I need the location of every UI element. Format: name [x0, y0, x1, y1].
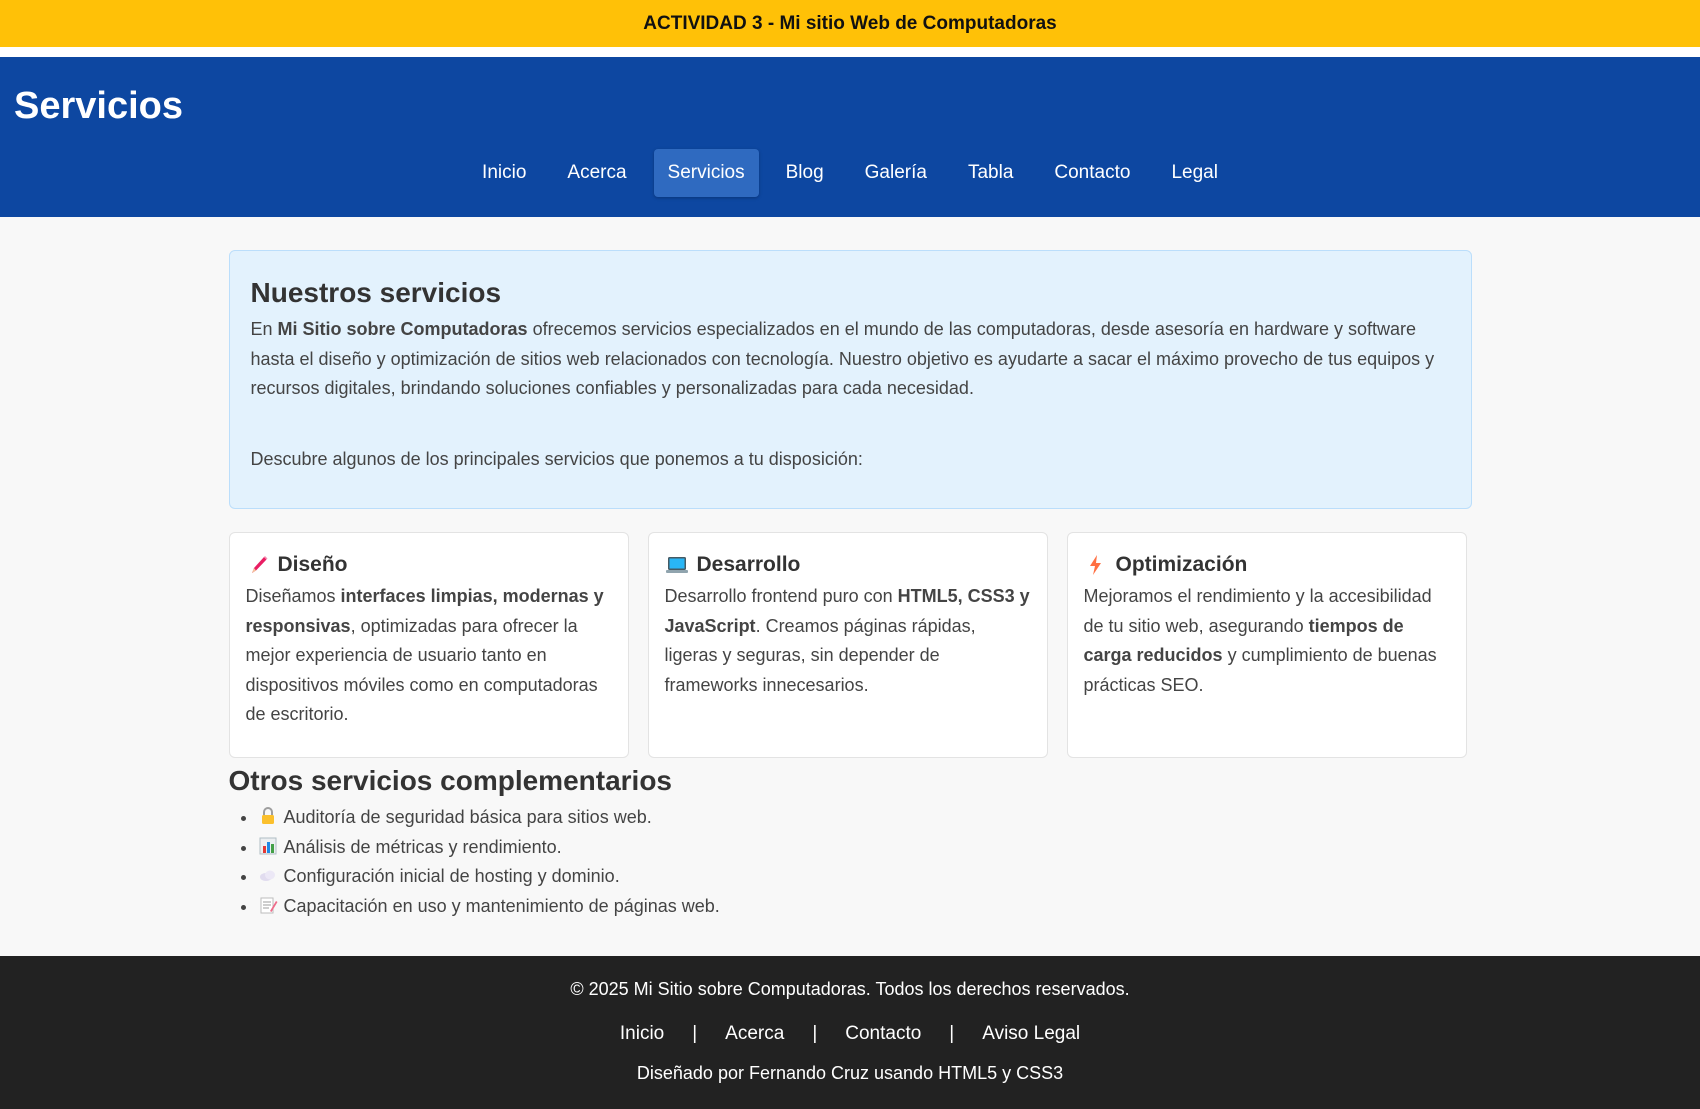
lock-icon: [258, 805, 278, 824]
nav-item-contacto[interactable]: Contacto: [1040, 149, 1144, 197]
page-title: Servicios: [14, 85, 183, 127]
nav-item-blog[interactable]: Blog: [772, 149, 838, 197]
nav-item-legal[interactable]: Legal: [1157, 149, 1232, 197]
main-nav: Inicio Acerca Servicios Blog Galería Tab…: [0, 149, 1700, 197]
card-title: Diseño: [246, 553, 612, 577]
list-item: Configuración inicial de hosting y domin…: [258, 862, 1472, 892]
list-item-text: Auditoría de seguridad básica para sitio…: [283, 807, 652, 827]
main-content: Nuestros servicios En Mi Sitio sobre Com…: [228, 217, 1472, 921]
list-item-text: Análisis de métricas y rendimiento.: [283, 836, 562, 857]
footer-separator: |: [949, 1023, 955, 1044]
footer-link-aviso-legal[interactable]: Aviso Legal: [982, 1023, 1080, 1045]
intro-site-name: Mi Sitio sobre Computadoras: [277, 319, 528, 339]
card-title-text: Desarrollo: [696, 553, 801, 576]
other-services: Otros servicios complementarios Auditorí…: [229, 765, 1472, 921]
card-text-start: Diseñamos: [245, 586, 341, 606]
footer-link-acerca[interactable]: Acerca: [725, 1023, 784, 1045]
list-item: Auditoría de seguridad básica para sitio…: [258, 803, 1472, 833]
site-footer: © 2025 Mi Sitio sobre Computadoras. Todo…: [0, 956, 1700, 1109]
footer-link-inicio[interactable]: Inicio: [620, 1023, 664, 1045]
memo-icon: [258, 894, 278, 913]
card-description: Mejoramos el rendimiento y la accesibili…: [1084, 582, 1450, 700]
nav-item-acerca[interactable]: Acerca: [553, 149, 640, 197]
pencil-icon: [246, 553, 270, 577]
service-card-desarrollo: Desarrollo Desarrollo frontend puro con …: [647, 532, 1048, 758]
footer-links: Inicio | Acerca | Contacto | Aviso Legal: [0, 1023, 1700, 1045]
other-services-heading: Otros servicios complementarios: [228, 765, 673, 796]
card-description: Diseñamos interfaces limpias, modernas y…: [246, 582, 612, 730]
list-item: Análisis de métricas y rendimiento.: [258, 833, 1472, 863]
other-services-list: Auditoría de seguridad básica para sitio…: [229, 803, 1472, 921]
card-title-text: Optimización: [1115, 553, 1248, 576]
nav-item-galeria[interactable]: Galería: [851, 149, 941, 197]
nav-item-servicios[interactable]: Servicios: [653, 149, 759, 197]
nav-item-tabla[interactable]: Tabla: [954, 149, 1027, 197]
credit-text: Diseñado por Fernando Cruz usando HTML5 …: [636, 1063, 1064, 1083]
site-header: Servicios Inicio Acerca Servicios Blog G…: [0, 57, 1700, 217]
card-text-start: Desarrollo frontend puro con: [664, 586, 898, 606]
footer-separator: |: [812, 1023, 818, 1044]
list-item-text: Configuración inicial de hosting y domin…: [283, 866, 620, 886]
footer-link-contacto[interactable]: Contacto: [845, 1023, 921, 1045]
banner-divider: [0, 47, 1700, 57]
card-title: Desarrollo: [665, 553, 1031, 577]
nav-item-inicio[interactable]: Inicio: [468, 149, 540, 197]
card-title: Optimización: [1084, 553, 1450, 577]
service-cards: Diseño Diseñamos interfaces limpias, mod…: [228, 532, 1472, 758]
bar-chart-icon: [258, 835, 278, 854]
intro-box: Nuestros servicios En Mi Sitio sobre Com…: [228, 250, 1472, 509]
list-item: Capacitación en uso y mantenimiento de p…: [258, 892, 1472, 922]
intro-text-start: En: [250, 319, 278, 339]
top-banner-text: ACTIVIDAD 3 - Mi sitio Web de Computador…: [643, 12, 1057, 34]
card-description: Desarrollo frontend puro con HTML5, CSS3…: [665, 582, 1031, 700]
card-title-text: Diseño: [277, 553, 348, 576]
service-card-diseno: Diseño Diseñamos interfaces limpias, mod…: [228, 532, 629, 758]
intro-paragraph: En Mi Sitio sobre Computadoras ofrecemos…: [251, 315, 1451, 404]
intro-heading: Nuestros servicios: [250, 277, 502, 308]
service-card-optimizacion: Optimización Mejoramos el rendimiento y …: [1066, 532, 1467, 758]
footer-separator: |: [692, 1023, 698, 1044]
intro-lead: Descubre algunos de los principales serv…: [250, 448, 863, 469]
laptop-icon: [665, 553, 689, 577]
top-banner: ACTIVIDAD 3 - Mi sitio Web de Computador…: [0, 0, 1700, 47]
copyright-text: © 2025 Mi Sitio sobre Computadoras. Todo…: [570, 979, 1130, 999]
list-item-text: Capacitación en uso y mantenimiento de p…: [283, 895, 720, 916]
cloud-icon: [258, 864, 278, 882]
lightning-icon: [1084, 553, 1108, 577]
